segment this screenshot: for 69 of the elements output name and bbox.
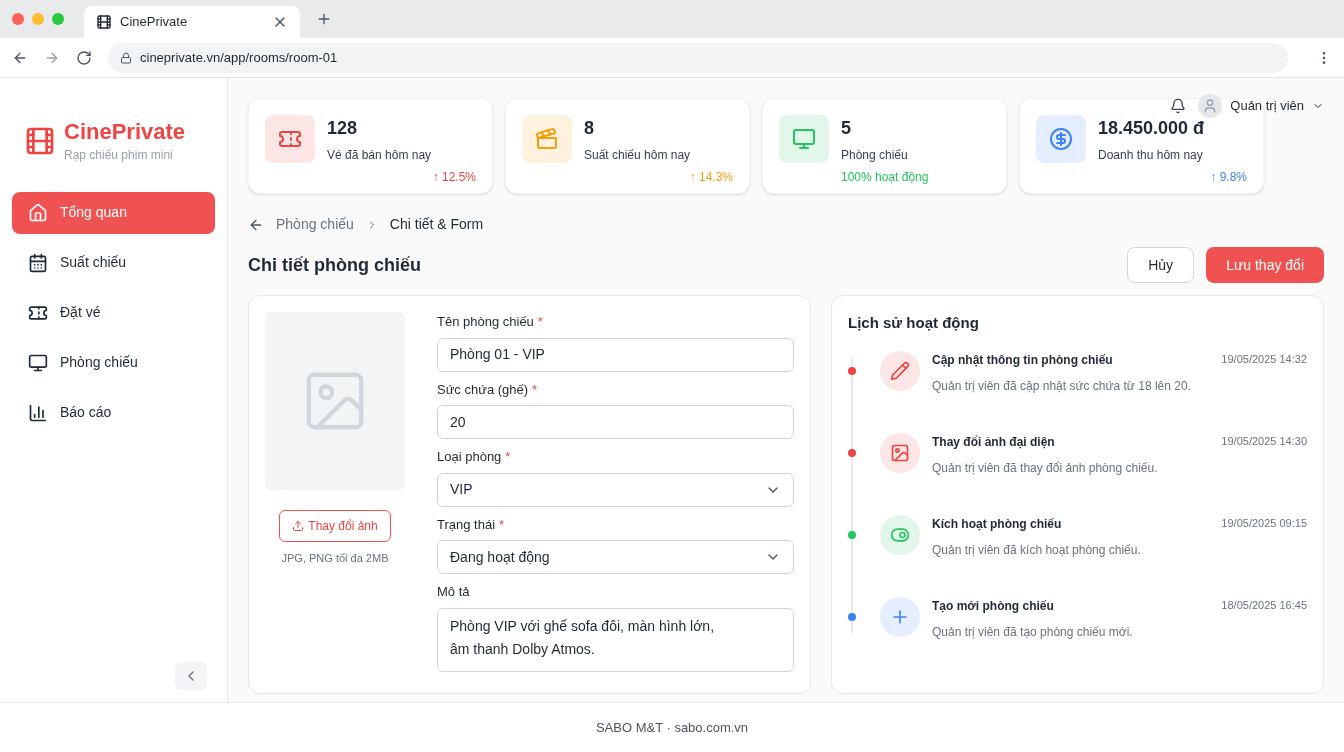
image-hint: JPG, PNG tối đa 2MB xyxy=(281,551,389,566)
stat-value: 18.450.000 đ xyxy=(1098,117,1206,140)
activity-detail: Quản trị viên đã cập nhật sức chứa từ 18 lên 20. xyxy=(932,377,1192,395)
breadcrumb-link[interactable]: Phòng chiếu xyxy=(276,214,354,235)
select-field[interactable]: VIP xyxy=(437,472,794,507)
activity-time: 19/05/2025 09:15 xyxy=(1221,515,1307,531)
activity-title: Lịch sử hoạt động xyxy=(848,313,980,333)
reload-icon[interactable] xyxy=(76,49,92,66)
toggle-icon xyxy=(880,514,920,555)
stat-change: ↑ 9.8% xyxy=(1210,169,1247,186)
bar-chart-icon xyxy=(28,402,48,423)
page-title: Chi tiết phòng chiếu xyxy=(248,253,421,277)
stat-label: Doanh thu hôm nay xyxy=(1098,147,1204,164)
browser-tab[interactable]: CinePrivate xyxy=(84,6,300,38)
activity-item-title: Kích hoạt phòng chiếu xyxy=(932,515,1062,533)
film-reel-icon xyxy=(96,14,112,30)
select-field[interactable]: Đang hoạt động xyxy=(437,540,794,574)
breadcrumb-current: Chi tiết & Form xyxy=(389,215,484,234)
change-image-button[interactable]: Thay đổi ảnh xyxy=(279,510,391,542)
avatar-icon xyxy=(1198,94,1223,118)
text-field[interactable]: 20 xyxy=(437,405,794,439)
stat-change: ↑ 14.3% xyxy=(689,169,733,186)
upload-icon xyxy=(292,520,305,532)
pencil-icon xyxy=(880,350,920,391)
brand-name: CinePrivate xyxy=(64,118,186,146)
activity-detail: Quản trị viên đã kích hoạt phòng chiếu. xyxy=(932,541,1142,559)
sidebar-item[interactable]: Phòng chiếu xyxy=(12,341,215,384)
required-mark: * xyxy=(499,515,505,534)
calendar-icon xyxy=(28,252,48,273)
activity-detail: Quản trị viên đã tạo phòng chiếu mới. xyxy=(932,623,1134,641)
plus-icon xyxy=(880,596,920,637)
activity-time: 19/05/2025 14:30 xyxy=(1221,433,1307,449)
stat-label: Suất chiếu hôm nay xyxy=(584,147,692,164)
new-tab-icon[interactable] xyxy=(316,11,332,27)
field-label: Sức chứa (ghế) xyxy=(437,380,529,399)
activity-time: 18/05/2025 16:45 xyxy=(1221,597,1307,613)
stat-change: ↑ 12.5% xyxy=(432,169,476,186)
sidebar-item[interactable]: Báo cáo xyxy=(12,391,215,434)
activity-detail: Quản trị viên đã thay đổi ảnh phòng chiếu. xyxy=(932,459,1159,477)
cancel-button[interactable]: Hủy xyxy=(1127,247,1195,283)
field-label: Tên phòng chiếu xyxy=(437,313,534,331)
stat-change: 100% hoạt động xyxy=(841,169,930,186)
lock-icon xyxy=(120,51,132,64)
field-label: Loại phòng xyxy=(437,448,502,466)
notification-bell-icon[interactable] xyxy=(1170,98,1187,114)
sidebar-item[interactable]: Suất chiếu xyxy=(12,241,215,284)
stat-value: 8 xyxy=(584,117,595,140)
brand-tagline: Rạp chiếu phim mini xyxy=(64,146,174,164)
home-icon xyxy=(28,202,48,223)
required-mark: * xyxy=(505,448,511,466)
stat-label: Vé đã bán hôm nay xyxy=(327,147,433,164)
footer-text: SABO M&T · sabo.com.vn xyxy=(595,718,749,737)
stat-label: Phòng chiếu xyxy=(841,147,909,164)
stat-value: 128 xyxy=(327,117,359,140)
required-mark: * xyxy=(532,380,538,399)
activity-item-title: Tạo mới phòng chiếu xyxy=(932,597,1054,615)
activity-time: 19/05/2025 14:32 xyxy=(1221,351,1307,367)
textarea-field[interactable]: Phòng VIP với ghế sofa đôi, màn hình lớn, âm thanh Dolby Atmos. xyxy=(437,607,794,672)
required-mark: * xyxy=(537,313,543,331)
text-field[interactable]: Phòng 01 - VIP xyxy=(437,337,794,372)
image-icon xyxy=(880,432,920,473)
address-bar[interactable]: cineprivate.vn/app/rooms/room-01 xyxy=(108,42,1288,73)
activity-item-title: Thay đổi ảnh đại diện xyxy=(932,433,1055,451)
monitor-icon xyxy=(28,352,48,373)
activity-item-title: Cập nhật thông tin phòng chiếu xyxy=(932,351,1113,369)
field-label: Mô tả xyxy=(437,583,470,601)
stat-value: 5 xyxy=(841,117,852,140)
sidebar-item[interactable]: Đặt vé xyxy=(12,291,215,334)
field-label: Trạng thái xyxy=(437,515,496,534)
